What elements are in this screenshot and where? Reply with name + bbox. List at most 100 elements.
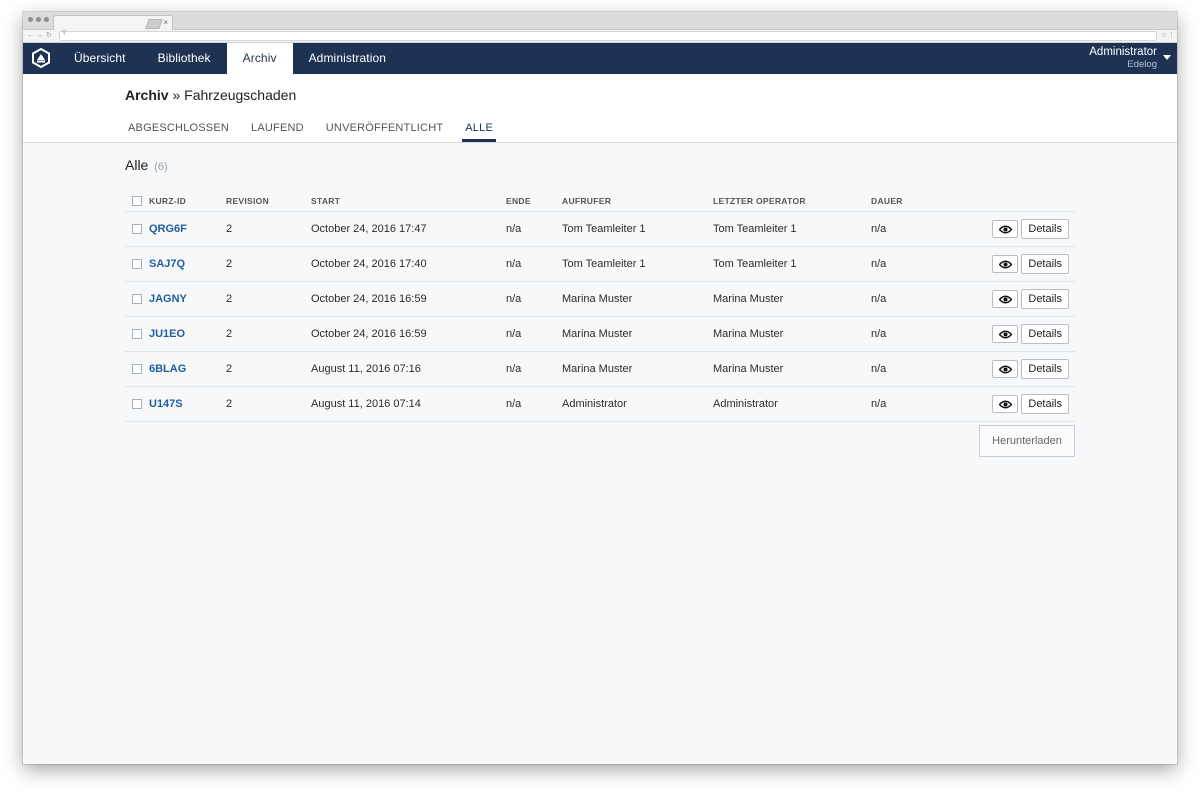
operator-cell: Tom Teamleiter 1 — [713, 246, 871, 282]
breadcrumb: Archiv » Fahrzeugschaden — [125, 87, 296, 103]
ende-cell: n/a — [506, 351, 562, 387]
nav-item-archiv[interactable]: Archiv — [226, 43, 293, 74]
revision-cell: 2 — [226, 316, 311, 352]
column-header-start[interactable]: START — [311, 191, 506, 212]
close-window-dot[interactable] — [28, 17, 33, 22]
start-cell: October 24, 2016 17:40 — [311, 246, 506, 282]
details-button[interactable]: Details — [1021, 219, 1069, 239]
page-subheader: Archiv » Fahrzeugschaden ABGESCHLOSSEN L… — [23, 74, 1177, 143]
user-name: Administrator — [1089, 46, 1157, 58]
user-menu[interactable]: Administrator Edelog — [1089, 46, 1157, 71]
row-checkbox[interactable] — [132, 399, 142, 410]
nav-item-uebersicht[interactable]: Übersicht — [58, 43, 142, 74]
revision-cell: 2 — [226, 386, 311, 422]
nav-item-bibliothek[interactable]: Bibliothek — [142, 43, 227, 74]
back-arrow-icon[interactable]: ← — [27, 30, 34, 42]
column-header-revision[interactable]: REVISION — [226, 191, 311, 212]
browser-menu-icon[interactable]: ⋮ — [1168, 30, 1175, 42]
row-checkbox[interactable] — [132, 224, 142, 235]
aufrufer-cell: Marina Muster — [562, 281, 713, 317]
bookmark-star-icon[interactable]: ☆ — [1161, 30, 1167, 42]
operator-cell: Marina Muster — [713, 351, 871, 387]
start-cell: October 24, 2016 16:59 — [311, 281, 506, 317]
eye-icon — [999, 365, 1013, 374]
kurz-id-link[interactable]: 6BLAG — [149, 363, 186, 375]
dauer-cell: n/a — [871, 211, 941, 247]
app-logo-icon[interactable] — [31, 48, 51, 68]
details-button[interactable]: Details — [1021, 359, 1069, 379]
tab-unveroeffentlicht[interactable]: UNVERÖFFENTLICHT — [323, 116, 446, 142]
row-checkbox[interactable] — [132, 259, 142, 270]
table-row: QRG6F 2 October 24, 2016 17:47 n/a Tom T… — [125, 211, 1075, 247]
maximize-window-dot[interactable] — [44, 17, 49, 22]
view-button[interactable] — [992, 290, 1019, 308]
details-button[interactable]: Details — [1021, 324, 1069, 344]
revision-cell: 2 — [226, 246, 311, 282]
search-icon: ⚲ — [62, 30, 67, 36]
address-bar[interactable]: ⚲ — [59, 30, 1157, 41]
table-header-row: KURZ-ID REVISION START ENDE AUFRUFER LET… — [125, 191, 1075, 212]
eye-icon — [999, 330, 1013, 339]
nav-item-administration[interactable]: Administration — [293, 43, 402, 74]
column-header-aufrufer[interactable]: AUFRUFER — [562, 191, 713, 212]
start-cell: August 11, 2016 07:14 — [311, 386, 506, 422]
breadcrumb-separator: » — [172, 87, 181, 103]
column-header-dauer[interactable]: DAUER — [871, 191, 941, 212]
dauer-cell: n/a — [871, 281, 941, 317]
breadcrumb-section[interactable]: Archiv — [125, 87, 169, 103]
eye-icon — [999, 225, 1013, 234]
kurz-id-link[interactable]: SAJ7Q — [149, 258, 185, 270]
dauer-cell: n/a — [871, 386, 941, 422]
select-all-checkbox[interactable] — [132, 196, 142, 207]
aufrufer-cell: Marina Muster — [562, 351, 713, 387]
aufrufer-cell: Tom Teamleiter 1 — [562, 246, 713, 282]
view-button[interactable] — [992, 325, 1019, 343]
column-header-ende[interactable]: ENDE — [506, 191, 562, 212]
details-button[interactable]: Details — [1021, 394, 1069, 414]
aufrufer-cell: Marina Muster — [562, 316, 713, 352]
kurz-id-link[interactable]: JU1EO — [149, 328, 185, 340]
ende-cell: n/a — [506, 281, 562, 317]
kurz-id-link[interactable]: JAGNY — [149, 293, 187, 305]
download-button[interactable]: Herunterladen — [979, 425, 1075, 457]
tab-alle[interactable]: ALLE — [462, 116, 496, 142]
operator-cell: Administrator — [713, 386, 871, 422]
dauer-cell: n/a — [871, 246, 941, 282]
app-header: Übersicht Bibliothek Archiv Administrati… — [23, 43, 1177, 74]
chevron-down-icon[interactable] — [1163, 55, 1171, 60]
dauer-cell: n/a — [871, 316, 941, 352]
view-button[interactable] — [992, 360, 1019, 378]
view-button[interactable] — [992, 395, 1019, 413]
window-controls — [28, 17, 49, 22]
operator-cell: Marina Muster — [713, 281, 871, 317]
column-header-operator[interactable]: LETZTER OPERATOR — [713, 191, 871, 212]
start-cell: October 24, 2016 16:59 — [311, 316, 506, 352]
minimize-window-dot[interactable] — [36, 17, 41, 22]
view-button[interactable] — [992, 255, 1019, 273]
column-header-kurz-id[interactable]: KURZ-ID — [149, 191, 226, 212]
breadcrumb-page: Fahrzeugschaden — [184, 87, 297, 103]
forward-arrow-icon[interactable]: → — [36, 30, 43, 42]
start-cell: August 11, 2016 07:16 — [311, 351, 506, 387]
list-title: Alle — [125, 157, 149, 173]
reload-icon[interactable]: ↻ — [46, 30, 52, 42]
kurz-id-link[interactable]: U147S — [149, 398, 183, 410]
browser-tabstrip: × — [23, 12, 1177, 30]
row-checkbox[interactable] — [132, 364, 142, 375]
tab-abgeschlossen[interactable]: ABGESCHLOSSEN — [125, 116, 232, 142]
row-checkbox[interactable] — [132, 294, 142, 305]
tab-laufend[interactable]: LAUFEND — [248, 116, 307, 142]
tab-close-icon[interactable]: × — [163, 16, 168, 29]
ende-cell: n/a — [506, 316, 562, 352]
operator-cell: Tom Teamleiter 1 — [713, 211, 871, 247]
view-button[interactable] — [992, 220, 1019, 238]
row-checkbox[interactable] — [132, 329, 142, 340]
details-button[interactable]: Details — [1021, 289, 1069, 309]
table-row: JAGNY 2 October 24, 2016 16:59 n/a Marin… — [125, 281, 1075, 317]
kurz-id-link[interactable]: QRG6F — [149, 223, 187, 235]
archive-table: KURZ-ID REVISION START ENDE AUFRUFER LET… — [125, 191, 1075, 422]
revision-cell: 2 — [226, 281, 311, 317]
details-button[interactable]: Details — [1021, 254, 1069, 274]
table-row: JU1EO 2 October 24, 2016 16:59 n/a Marin… — [125, 316, 1075, 352]
list-heading: Alle (6) — [125, 157, 168, 173]
